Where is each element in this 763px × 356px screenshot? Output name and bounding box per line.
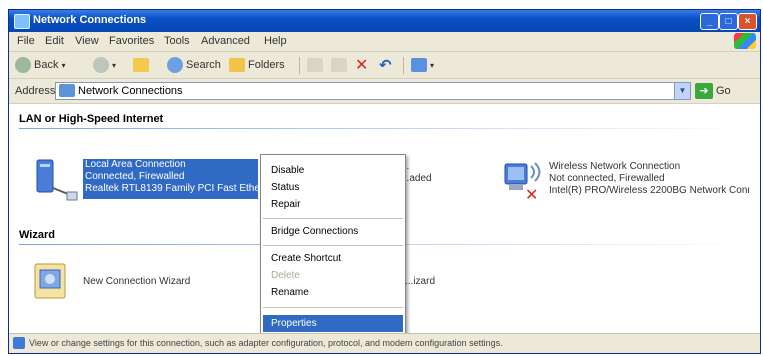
connection-device: Realtek RTL8139 Family PCI Fast Ethernet… xyxy=(85,183,258,194)
toolbar-separator xyxy=(299,57,300,74)
toolbar-separator xyxy=(403,57,404,74)
windows-logo-icon xyxy=(734,33,756,49)
menu-view[interactable]: View xyxy=(75,35,99,47)
new-connection-wizard-item[interactable]: New Connection Wizard xyxy=(83,276,190,288)
toolbar: Back ▾ ▾ Search Folders ✕ ↶ ▾ xyxy=(9,52,760,79)
network-connections-window: Network Connections _ □ × File Edit View… xyxy=(8,9,761,354)
title-bar[interactable]: Network Connections _ □ × xyxy=(9,10,760,32)
status-text: View or change settings for this connect… xyxy=(29,338,503,348)
up-folder-button[interactable] xyxy=(133,56,149,74)
views-icon xyxy=(411,58,427,72)
lan-computer-icon[interactable] xyxy=(31,158,79,202)
folders-button[interactable]: Folders xyxy=(229,56,285,74)
wireless-computer-icon[interactable]: ✕ xyxy=(501,160,545,202)
menu-file[interactable]: File xyxy=(17,35,35,47)
search-icon xyxy=(167,57,183,73)
menu-tools[interactable]: Tools xyxy=(164,35,190,47)
go-label: Go xyxy=(716,85,731,97)
go-button[interactable]: ➜ Go xyxy=(695,82,731,100)
menu-item-status[interactable]: Status xyxy=(271,182,299,193)
info-icon xyxy=(13,337,25,349)
search-label: Search xyxy=(186,59,221,71)
network-folder-icon xyxy=(14,14,30,29)
menu-separator xyxy=(263,218,403,219)
move-to-button[interactable] xyxy=(307,56,323,74)
menu-item-rename[interactable]: Rename xyxy=(271,287,309,298)
forward-button[interactable]: ▾ xyxy=(93,56,116,74)
back-label: Back xyxy=(34,59,59,71)
svg-text:✕: ✕ xyxy=(525,185,538,202)
menu-advanced[interactable]: Advanced xyxy=(201,35,250,47)
minimize-button[interactable]: _ xyxy=(700,13,719,30)
menu-separator xyxy=(263,245,403,246)
go-arrow-icon: ➜ xyxy=(695,83,713,99)
undo-icon[interactable]: ↶ xyxy=(379,56,392,74)
menu-item-create-shortcut[interactable]: Create Shortcut xyxy=(271,253,341,264)
connection-status: Not connected, Firewalled xyxy=(549,173,665,184)
menu-item-bridge-connections[interactable]: Bridge Connections xyxy=(271,226,358,237)
group-header-lan: LAN or High-Speed Internet xyxy=(19,113,164,125)
wizard-item-obscured[interactable]: ...izard xyxy=(405,276,435,288)
connection-name: Local Area Connection xyxy=(85,159,186,170)
back-button[interactable]: Back ▾ xyxy=(15,56,65,74)
connection-status: Connected, Firewalled xyxy=(85,171,185,182)
up-folder-icon xyxy=(133,58,149,72)
context-menu: Disable Status Repair Bridge Connections… xyxy=(260,154,406,349)
address-bar: Address Network Connections ▼ ➜ Go xyxy=(9,79,760,104)
address-input[interactable]: Network Connections ▼ xyxy=(55,82,691,100)
back-arrow-icon xyxy=(15,57,31,73)
status-bar: View or change settings for this connect… xyxy=(9,333,760,353)
menu-help[interactable]: Help xyxy=(264,35,287,47)
menu-bar: File Edit View Favorites Tools Advanced … xyxy=(9,32,760,52)
menu-item-properties[interactable]: Properties xyxy=(263,315,403,332)
group-divider xyxy=(19,128,750,129)
menu-item-delete: Delete xyxy=(271,270,300,281)
local-area-connection-item[interactable]: Local Area Connection Connected, Firewal… xyxy=(83,159,258,199)
chevron-down-icon: ▾ xyxy=(61,60,66,70)
search-button[interactable]: Search xyxy=(167,56,221,74)
connection-name: Wireless Network Connection xyxy=(549,161,681,172)
address-value: Network Connections xyxy=(78,85,183,97)
copy-to-icon xyxy=(331,58,347,72)
maximize-button[interactable]: □ xyxy=(719,13,738,30)
views-button[interactable]: ▾ xyxy=(411,56,434,74)
menu-item-repair[interactable]: Repair xyxy=(271,199,300,210)
menu-favorites[interactable]: Favorites xyxy=(109,35,154,47)
folders-icon xyxy=(229,58,245,72)
move-to-icon xyxy=(307,58,323,72)
menu-item-disable[interactable]: Disable xyxy=(271,165,304,176)
menu-separator xyxy=(263,307,403,308)
close-button[interactable]: × xyxy=(738,13,757,30)
address-label: Address xyxy=(15,85,56,97)
menu-edit[interactable]: Edit xyxy=(45,35,64,47)
address-dropdown-button[interactable]: ▼ xyxy=(674,83,690,99)
group-header-wizard: Wizard xyxy=(19,229,55,241)
copy-to-button[interactable] xyxy=(331,56,347,74)
chevron-down-icon: ▾ xyxy=(112,60,117,70)
wireless-connection-item[interactable]: Wireless Network Connection Not connecte… xyxy=(549,161,749,197)
forward-arrow-icon xyxy=(93,57,109,73)
wizard-icon[interactable] xyxy=(33,262,69,302)
chevron-down-icon: ▾ xyxy=(430,60,435,70)
delete-icon[interactable]: ✕ xyxy=(355,56,368,74)
folders-label: Folders xyxy=(248,59,285,71)
connection-device: Intel(R) PRO/Wireless 2200BG Network Con… xyxy=(549,185,749,196)
network-folder-icon xyxy=(59,84,75,97)
window-title: Network Connections xyxy=(33,14,147,26)
